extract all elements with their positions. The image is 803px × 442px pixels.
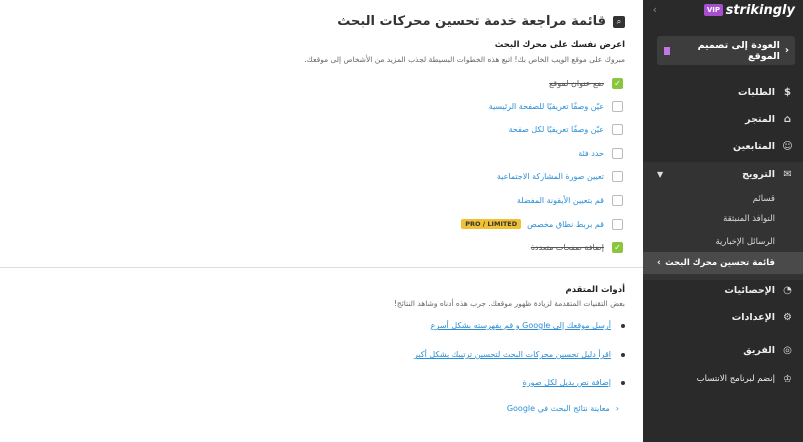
sidebar-subitem-label: قسائم	[752, 194, 775, 204]
advanced-tool-item: اقرأ دليل تحسين محركات البحث لتحسين ترتي…	[414, 350, 625, 359]
bookmark-icon	[664, 46, 670, 55]
checkbox[interactable]	[612, 194, 623, 206]
sidebar-item[interactable]: ⌂ المتجر	[643, 108, 803, 130]
sidebar-item[interactable]: ⚙ الإعدادات	[643, 306, 803, 328]
sidebar-item-label: الإعدادات	[731, 311, 775, 323]
team-icon: ◎	[783, 344, 792, 356]
advanced-tool-link[interactable]: إضافة نص بديل لكل صورة	[523, 378, 611, 387]
divider	[0, 267, 643, 268]
bullet-icon	[621, 352, 625, 357]
checkbox[interactable]	[612, 218, 623, 230]
shop-icon: ⌂	[783, 113, 792, 125]
page-title: قائمة مراجعة خدمة تحسين محركات البحث	[337, 14, 606, 29]
checklist-item-label[interactable]: عيّن وصفًا تعريفيًا لكل صفحة	[509, 125, 604, 134]
sidebar-item-label: إنضم لبرنامج الانتساب	[696, 374, 775, 384]
checklist-item[interactable]: تعيين صورة المشاركة الاجتماعية	[323, 169, 623, 183]
sidebar-item-label: الترويج	[742, 168, 775, 180]
sidebar-subitem[interactable]: النوافذ المنبثقة	[643, 208, 803, 230]
sidebar-item[interactable]: ◎ الفريق	[643, 339, 803, 361]
checkbox[interactable]	[612, 100, 623, 112]
sidebar-subitem-label: قائمة تحسين محرك البحث	[665, 258, 775, 268]
megaphone-icon: ✉	[783, 168, 792, 180]
page-header: ⌕ قائمة مراجعة خدمة تحسين محركات البحث	[337, 14, 625, 29]
vip-badge: VIP	[703, 4, 723, 16]
sidebar-item-label: الطلبات	[738, 86, 775, 98]
checklist-item[interactable]: ✓ إضافة صفحات متعددة	[323, 240, 623, 254]
advanced-tool-link[interactable]: اقرأ دليل تحسين محركات البحث لتحسين ترتي…	[414, 350, 611, 359]
chevron-right-icon: ›	[657, 258, 661, 268]
sidebar-subitem[interactable]: الرسائل الإخبارية	[643, 231, 803, 253]
checklist-item[interactable]: ✓ ضع عنوان لموقع	[323, 76, 623, 90]
advanced-tool-link[interactable]: أرسل موقعك إلى Google و قم بفهرسته بشكل …	[431, 321, 611, 330]
checklist-item[interactable]: حدد فئة	[323, 146, 623, 160]
google-preview-link[interactable]: ‹ معاينة نتائج البحث في Google	[507, 404, 619, 413]
sidebar-item[interactable]: $ الطلبات	[643, 81, 803, 103]
sidebar-item[interactable]: ✉ الترويج ▼	[643, 163, 803, 185]
checklist-item-label[interactable]: قم بربط نطاق مخصص	[527, 220, 604, 229]
section-description: مبروك على موقع الويب الخاص بك! اتبع هذه …	[304, 55, 625, 64]
gear-icon: ⚙	[783, 311, 792, 323]
brand-logo[interactable]: strikingly	[726, 3, 795, 18]
sidebar: › VIP strikingly ‹ العودة إلى تصميم المو…	[643, 0, 803, 442]
sidebar-subitem[interactable]: قسائم	[643, 188, 803, 210]
checkbox[interactable]	[612, 147, 623, 159]
pro-limited-badge: PRO / LIMITED	[461, 219, 522, 229]
dollar-icon: $	[784, 86, 791, 98]
bullet-icon	[621, 323, 625, 328]
sidebar-item-label: المتجر	[745, 113, 775, 125]
stats-icon: ◔	[783, 284, 792, 296]
sidebar-item-label: الإحصائيات	[724, 284, 775, 296]
main-panel: ⌕ قائمة مراجعة خدمة تحسين محركات البحث ا…	[0, 0, 643, 442]
search-icon: ⌕	[613, 15, 625, 28]
section-heading: اعرض نفسك على محرك البحث	[494, 40, 625, 50]
checklist-item-label[interactable]: تعيين صورة المشاركة الاجتماعية	[497, 172, 604, 181]
checklist-item-label[interactable]: عيّن وصفًا تعريفيًا للصفحة الرئيسية	[489, 102, 604, 111]
checklist-item[interactable]: قم بربط نطاق مخصص PRO / LIMITED	[323, 217, 623, 231]
checked-checkbox[interactable]: ✓	[612, 77, 623, 89]
sidebar-item[interactable]: ♔ إنضم لبرنامج الانتساب	[643, 368, 803, 390]
checklist-item-label[interactable]: قم بتعيين الأيقونة المفضلة	[517, 196, 604, 205]
checkbox[interactable]	[612, 123, 623, 135]
checklist-item[interactable]: عيّن وصفًا تعريفيًا لكل صفحة	[323, 122, 623, 136]
people-icon: ☺	[782, 140, 793, 152]
checked-checkbox[interactable]: ✓	[612, 241, 623, 253]
collapse-icon[interactable]: ›	[653, 3, 657, 16]
advanced-description: بعض التقنيات المتقدمة لزيادة ظهور موقعك.…	[393, 299, 625, 308]
sidebar-item-label: الفريق	[743, 344, 775, 356]
chevron-left-icon: ‹	[784, 45, 789, 56]
checkbox[interactable]	[612, 170, 623, 182]
google-preview-label: معاينة نتائج البحث في Google	[506, 404, 610, 413]
checklist-item[interactable]: قم بتعيين الأيقونة المفضلة	[323, 193, 623, 207]
checklist-item-label: إضافة صفحات متعددة	[530, 242, 604, 252]
advanced-tool-item: إضافة نص بديل لكل صورة	[523, 378, 625, 387]
chevron-left-icon: ‹	[615, 404, 619, 413]
advanced-heading: أدوات المتقدم	[565, 285, 625, 295]
sidebar-subitem-label: الرسائل الإخبارية	[715, 237, 775, 247]
trophy-icon: ♔	[783, 373, 792, 385]
checklist-item-label[interactable]: حدد فئة	[578, 149, 604, 158]
back-to-site-editor-button[interactable]: ‹ العودة إلى تصميم الموقع	[657, 36, 795, 65]
sidebar-item-label: المتابعين	[733, 140, 775, 152]
sidebar-subitem-active[interactable]: قائمة تحسين محرك البحث ›	[643, 252, 803, 274]
sidebar-subitem-label: النوافذ المنبثقة	[723, 214, 775, 224]
sidebar-item[interactable]: ☺ المتابعين	[643, 135, 803, 157]
back-button-label: العودة إلى تصميم الموقع	[697, 39, 780, 62]
advanced-tool-item: أرسل موقعك إلى Google و قم بفهرسته بشكل …	[431, 321, 625, 330]
chevron-down-icon: ▼	[657, 169, 664, 179]
bullet-icon	[621, 380, 625, 385]
checklist-item[interactable]: عيّن وصفًا تعريفيًا للصفحة الرئيسية	[323, 99, 623, 113]
sidebar-item[interactable]: ◔ الإحصائيات	[643, 279, 803, 301]
checklist-item-label: ضع عنوان لموقع	[549, 78, 604, 88]
